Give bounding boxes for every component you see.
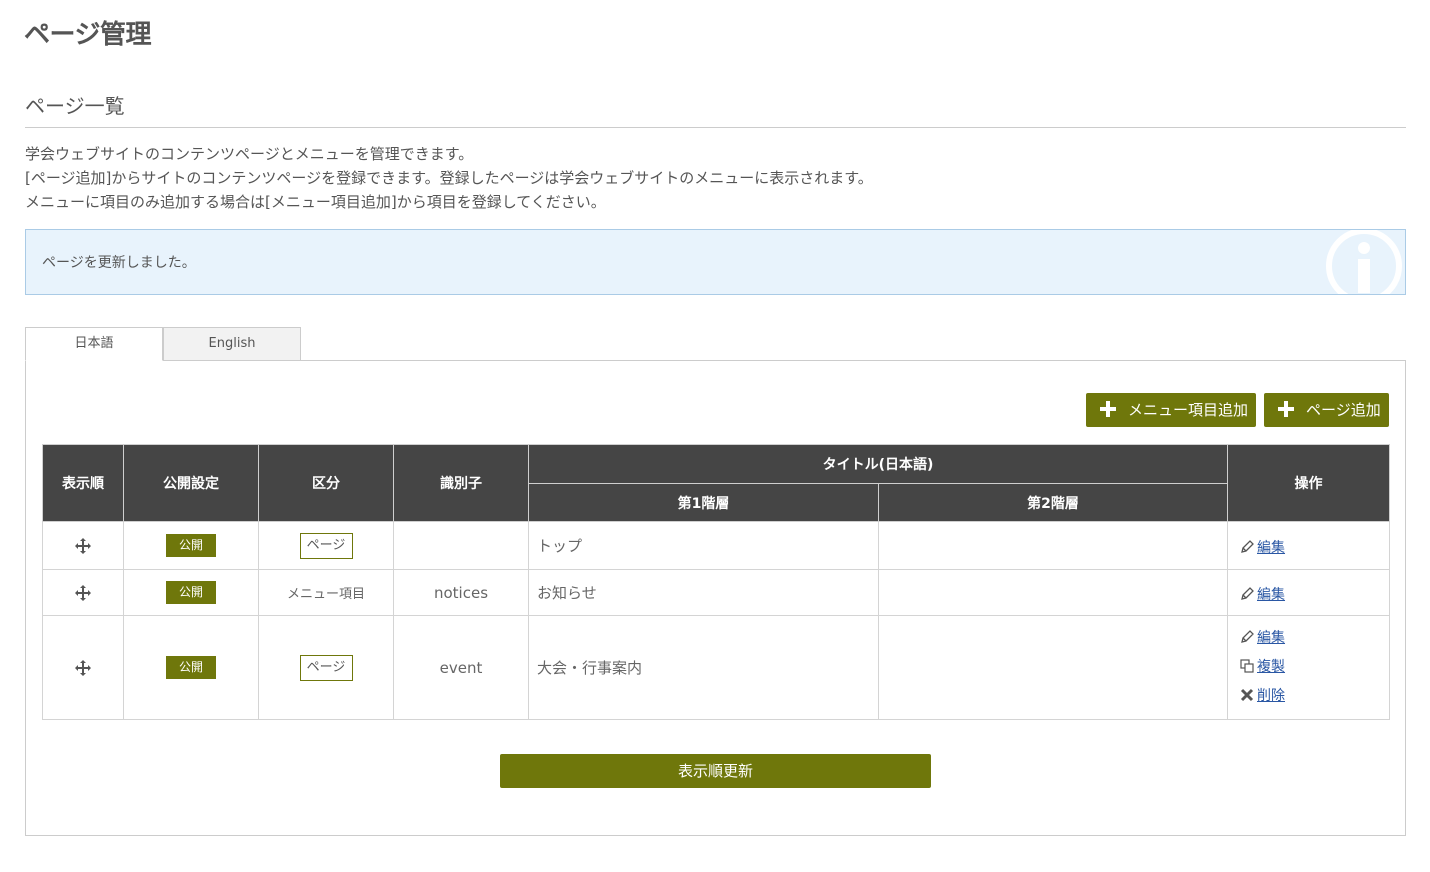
- header-category: 区分: [258, 444, 394, 522]
- description-line: メニューに項目のみ追加する場合は[メニュー項目追加]から項目を登録してください。: [25, 193, 606, 211]
- level1-cell: 大会・行事案内: [528, 615, 879, 720]
- page-description: 学会ウェブサイトのコンテンツページとメニューを管理できます。 [ページ追加]から…: [25, 142, 1406, 214]
- close-icon: [1240, 688, 1254, 702]
- tab-japanese[interactable]: 日本語: [25, 327, 163, 361]
- edit-link[interactable]: 編集: [1257, 540, 1285, 556]
- header-actions: 操作: [1227, 444, 1391, 522]
- status-badge: 公開: [166, 581, 216, 604]
- table-row: 公開 メニュー項目 notices お知らせ 編集: [42, 569, 1391, 616]
- add-page-button[interactable]: ページ追加: [1264, 393, 1389, 427]
- identifier-cell: notices: [393, 569, 529, 616]
- edit-link[interactable]: 編集: [1257, 587, 1285, 603]
- description-line: 学会ウェブサイトのコンテンツページとメニューを管理できます。: [25, 145, 474, 163]
- plus-icon: [1278, 400, 1294, 417]
- page-title: ページ管理: [24, 20, 151, 50]
- category-badge: ページ: [299, 654, 353, 681]
- status-badge: 公開: [166, 656, 216, 679]
- level2-cell: [877, 521, 1229, 570]
- header-order: 表示順: [42, 444, 124, 522]
- delete-link[interactable]: 削除: [1257, 688, 1285, 704]
- add-page-label: ページ追加: [1306, 401, 1381, 419]
- level2-cell: [877, 569, 1229, 616]
- status-badge: 公開: [166, 534, 216, 557]
- edit-link[interactable]: 編集: [1257, 630, 1285, 646]
- move-handle-icon[interactable]: [75, 584, 91, 601]
- level2-cell: [877, 615, 1229, 720]
- table-row: 公開 ページ event 大会・行事案内 編集 複製 削除: [42, 615, 1391, 720]
- alert-message: ページを更新しました。: [42, 255, 196, 271]
- tab-panel: メニュー項目追加 ページ追加 表示順 公開設定 区分 識別子 タイトル(日本語)…: [25, 360, 1406, 836]
- level1-cell: トップ: [528, 521, 879, 570]
- header-level2: 第2階層: [877, 483, 1229, 522]
- add-menu-item-label: メニュー項目追加: [1128, 401, 1249, 419]
- pencil-icon: [1241, 630, 1254, 643]
- duplicate-link[interactable]: 複製: [1257, 659, 1285, 675]
- plus-icon: [1100, 400, 1116, 417]
- header-title: タイトル(日本語): [527, 444, 1229, 484]
- copy-icon: [1240, 659, 1254, 673]
- identifier-cell: event: [393, 615, 529, 720]
- info-icon: [1326, 230, 1402, 294]
- header-level1: 第1階層: [528, 483, 879, 522]
- section-title: ページ一覧: [25, 90, 1406, 128]
- table-row: 公開 ページ トップ 編集: [42, 521, 1391, 570]
- add-menu-item-button[interactable]: メニュー項目追加: [1086, 393, 1256, 427]
- update-order-button[interactable]: 表示順更新: [500, 754, 931, 788]
- pencil-icon: [1241, 540, 1254, 553]
- identifier-cell: [393, 521, 529, 570]
- move-handle-icon[interactable]: [75, 537, 91, 554]
- header-identifier: 識別子: [393, 444, 529, 522]
- pencil-icon: [1241, 587, 1254, 600]
- category-cell: メニュー項目: [258, 569, 394, 616]
- move-handle-icon[interactable]: [75, 659, 91, 676]
- level1-cell: お知らせ: [528, 569, 879, 616]
- success-alert: ページを更新しました。: [25, 229, 1406, 295]
- description-line: [ページ追加]からサイトのコンテンツページを登録できます。登録したページは学会ウ…: [25, 169, 873, 187]
- tab-english[interactable]: English: [163, 327, 301, 361]
- category-badge: ページ: [299, 532, 353, 559]
- header-publish: 公開設定: [123, 444, 259, 522]
- page-table: 表示順 公開設定 区分 識別子 タイトル(日本語) 操作 第1階層 第2階層 公…: [42, 444, 1391, 720]
